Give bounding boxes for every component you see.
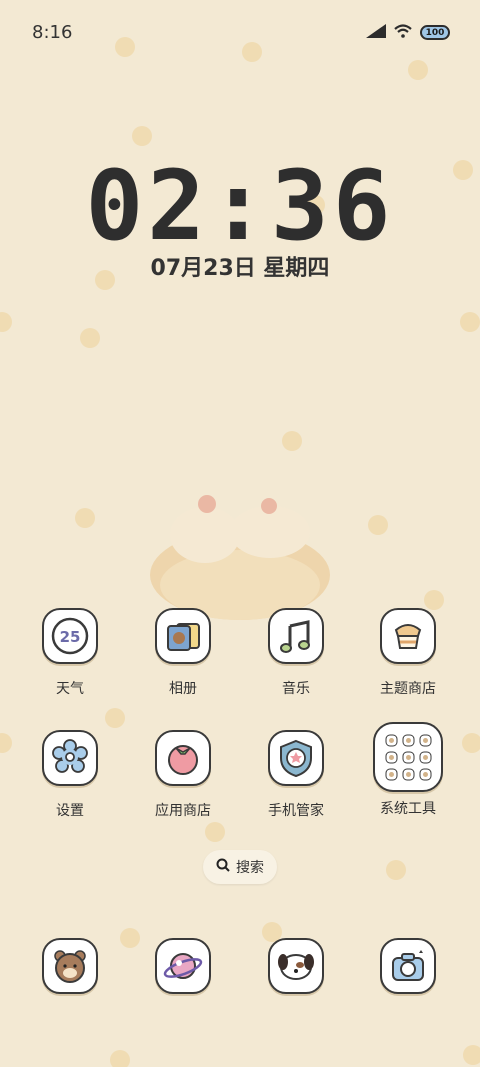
shield-star-icon: [268, 730, 324, 786]
app-app-store[interactable]: 应用商店: [138, 730, 228, 820]
app-label-weather: 天气: [56, 681, 84, 697]
search-label: 搜索: [236, 860, 264, 876]
theme-store-icon: [380, 608, 436, 664]
bear-phone-icon: [42, 938, 98, 994]
gear-flower-icon: [42, 730, 98, 786]
dock-camera[interactable]: [363, 938, 453, 994]
lock-clock: 02:36: [85, 150, 395, 262]
app-album[interactable]: 相册: [138, 608, 228, 698]
dog-message-icon: [268, 938, 324, 994]
weather-25-icon: 25: [42, 608, 98, 664]
app-label-album: 相册: [169, 681, 197, 697]
weather-temp: 25: [60, 628, 81, 646]
app-label-phone-manager: 手机管家: [268, 803, 324, 819]
camera-icon: [380, 938, 436, 994]
planet-browser-icon: [155, 938, 211, 994]
app-settings[interactable]: 设置: [25, 730, 115, 820]
app-store-tomato-icon: [155, 730, 211, 786]
status-time: 8:16: [32, 22, 73, 43]
music-note-icon: [268, 608, 324, 664]
app-system-tools[interactable]: 系统工具: [363, 722, 453, 818]
cellular-signal-icon: [366, 23, 386, 42]
dock-browser[interactable]: [138, 938, 228, 994]
search-button[interactable]: 搜索: [203, 850, 277, 884]
app-label-settings: 设置: [56, 803, 84, 819]
app-phone-manager[interactable]: 手机管家: [251, 730, 341, 820]
app-label-music: 音乐: [282, 681, 310, 697]
app-label-theme-store: 主题商店: [380, 681, 436, 697]
photo-album-icon: [155, 608, 211, 664]
dock-phone[interactable]: [25, 938, 115, 994]
dock-messages[interactable]: [251, 938, 341, 994]
search-icon: [216, 858, 230, 876]
app-label-system-tools: 系统工具: [380, 801, 436, 817]
app-theme-store[interactable]: 主题商店: [363, 608, 453, 698]
lock-date: 07月23日 星期四: [150, 256, 330, 281]
status-icons: 100: [366, 23, 450, 42]
app-weather[interactable]: 25 天气: [25, 608, 115, 698]
battery-icon: 100: [420, 25, 450, 40]
wifi-icon: [394, 23, 412, 42]
folder-icon: [373, 722, 443, 792]
app-music[interactable]: 音乐: [251, 608, 341, 698]
app-label-app-store: 应用商店: [155, 803, 211, 819]
